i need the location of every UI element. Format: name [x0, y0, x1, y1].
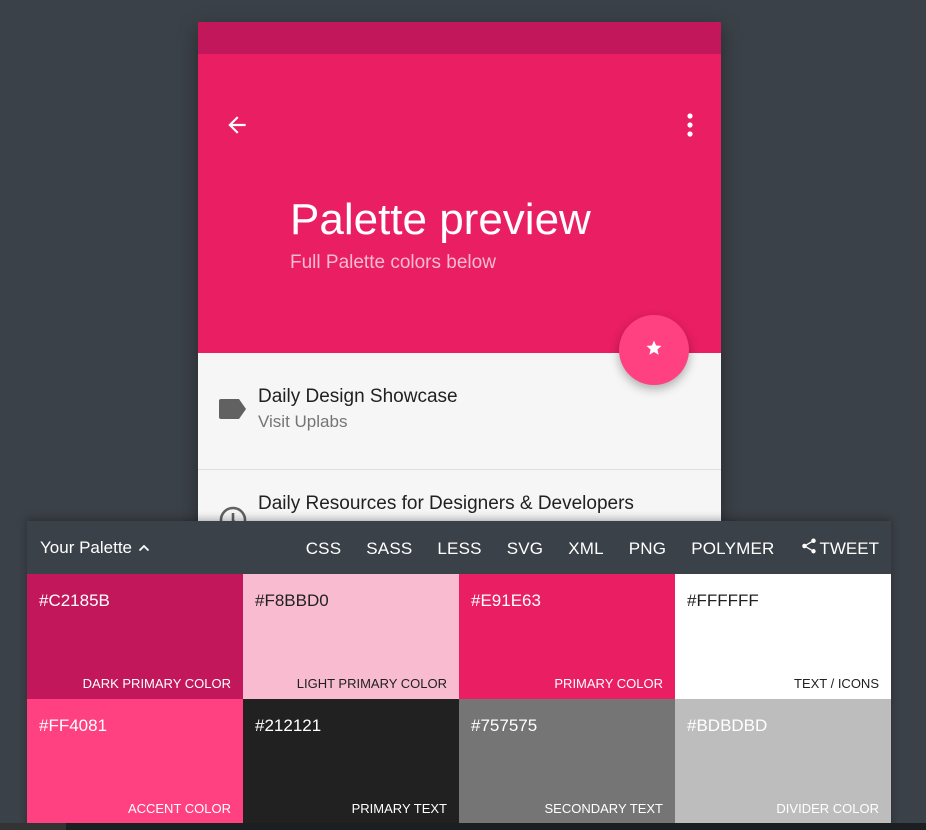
swatch-name: DIVIDER COLOR	[776, 801, 879, 816]
label-icon	[218, 398, 248, 425]
swatch-name: SECONDARY TEXT	[544, 801, 663, 816]
export-less-button[interactable]: LESS	[437, 539, 481, 559]
export-svg-button[interactable]: SVG	[507, 539, 544, 559]
scrollbar-thumb[interactable]	[0, 823, 66, 830]
export-css-button[interactable]: CSS	[306, 539, 342, 559]
your-palette-toggle[interactable]: Your Palette	[40, 538, 150, 558]
chevron-up-icon	[138, 538, 150, 558]
favorite-fab[interactable]	[619, 315, 689, 385]
list-item-title: Daily Resources for Designers & Develope…	[258, 493, 634, 514]
export-formats: CSS SASS LESS SVG XML PNG POLYMER TWEET	[306, 537, 879, 560]
palette-panel: Your Palette CSS SASS LESS SVG XML PNG P…	[27, 521, 891, 830]
list-item-subtitle: Visit Uplabs	[258, 412, 348, 431]
palette-preview-phone: Palette preview Full Palette colors belo…	[198, 22, 721, 542]
swatch-hex: #BDBDBD	[687, 716, 768, 735]
share-icon	[800, 537, 818, 560]
horizontal-scrollbar[interactable]	[0, 823, 926, 830]
app-bar: Palette preview Full Palette colors belo…	[198, 54, 721, 353]
palette-toolbar: Your Palette CSS SASS LESS SVG XML PNG P…	[27, 521, 891, 574]
swatch-name: TEXT / ICONS	[794, 676, 879, 691]
export-polymer-button[interactable]: POLYMER	[691, 539, 774, 559]
tweet-button[interactable]: TWEET	[800, 537, 880, 560]
swatch-name: PRIMARY COLOR	[554, 676, 663, 691]
export-png-button[interactable]: PNG	[629, 539, 666, 559]
more-vert-icon[interactable]	[680, 112, 700, 138]
star-icon	[645, 339, 663, 362]
swatch-accent[interactable]: #FF4081 ACCENT COLOR	[27, 699, 243, 824]
tweet-label: TWEET	[819, 538, 880, 558]
swatch-hex: #757575	[471, 716, 538, 735]
swatch-secondary-text[interactable]: #757575 SECONDARY TEXT	[459, 699, 675, 824]
swatch-text-icons[interactable]: #FFFFFF TEXT / ICONS	[675, 574, 891, 699]
swatch-hex: #212121	[255, 716, 322, 735]
back-arrow-icon[interactable]	[224, 112, 250, 138]
swatch-hex: #FFFFFF	[687, 591, 759, 610]
export-xml-button[interactable]: XML	[568, 539, 604, 559]
swatch-light-primary[interactable]: #F8BBD0 LIGHT PRIMARY COLOR	[243, 574, 459, 699]
swatch-name: LIGHT PRIMARY COLOR	[296, 676, 447, 691]
swatch-name: DARK PRIMARY COLOR	[82, 676, 231, 691]
swatch-name: ACCENT COLOR	[127, 801, 231, 816]
list-item-title: Daily Design Showcase	[258, 386, 458, 407]
swatch-hex: #FF4081	[39, 716, 108, 735]
swatch-grid: #C2185B DARK PRIMARY COLOR #F8BBD0 LIGHT…	[27, 574, 891, 824]
page-title: Palette preview	[290, 195, 591, 244]
swatch-hex: #C2185B	[39, 591, 110, 610]
swatch-primary[interactable]: #E91E63 PRIMARY COLOR	[459, 574, 675, 699]
swatch-divider[interactable]: #BDBDBD DIVIDER COLOR	[675, 699, 891, 824]
swatch-hex: #F8BBD0	[255, 591, 329, 610]
your-palette-label: Your Palette	[40, 538, 132, 557]
swatch-name: PRIMARY TEXT	[351, 801, 447, 816]
swatch-dark-primary[interactable]: #C2185B DARK PRIMARY COLOR	[27, 574, 243, 699]
status-bar	[198, 22, 721, 54]
swatch-hex: #E91E63	[471, 591, 541, 610]
page-subtitle: Full Palette colors below	[290, 252, 496, 273]
export-sass-button[interactable]: SASS	[366, 539, 412, 559]
swatch-primary-text[interactable]: #212121 PRIMARY TEXT	[243, 699, 459, 824]
